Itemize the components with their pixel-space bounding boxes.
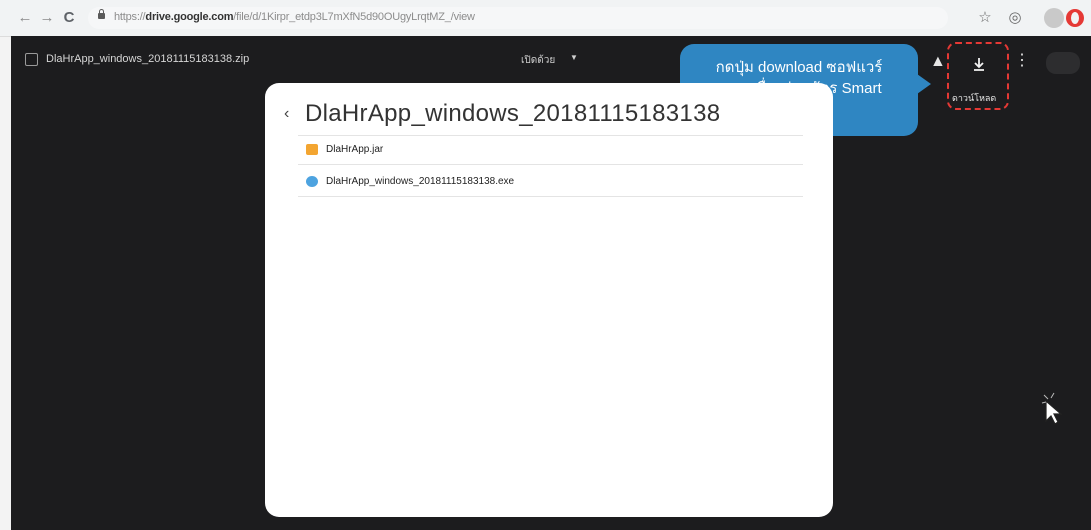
open-with-button[interactable]: เปิดด้วย: [521, 53, 555, 68]
list-item[interactable]: DlaHrApp.jar: [298, 136, 803, 165]
url-text[interactable]: https://drive.google.com/file/d/1Kirpr_e…: [114, 11, 475, 23]
profile-avatar[interactable]: [1044, 8, 1064, 28]
more-options-icon[interactable]: ⋮: [1014, 53, 1030, 69]
chevron-down-icon[interactable]: ▼: [570, 53, 578, 62]
back-arrow-icon[interactable]: ←: [16, 9, 34, 27]
file-name: DlaHrApp.jar: [326, 144, 384, 155]
zip-contents-panel: ‹ DlaHrApp_windows_20181115183138 DlaHrA…: [265, 83, 833, 517]
lock-icon: [98, 9, 105, 19]
add-to-drive-icon[interactable]: ▲: [930, 54, 946, 70]
bookmark-star-icon[interactable]: ☆: [975, 8, 995, 28]
url-host: drive.google.com: [145, 11, 234, 23]
reload-icon[interactable]: C: [60, 9, 78, 27]
viewer-file-name: DlaHrApp_windows_20181115183138.zip: [46, 53, 250, 65]
url-prefix: https://: [114, 11, 146, 23]
list-item[interactable]: DlaHrApp_windows_20181115183138.exe: [298, 168, 803, 197]
browser-toolbar: ← → C https://drive.google.com/file/d/1K…: [0, 0, 1091, 37]
jar-file-icon: [306, 144, 318, 155]
back-chevron-icon[interactable]: ‹: [284, 106, 289, 122]
opera-icon[interactable]: [1066, 9, 1084, 27]
exe-file-icon: [306, 176, 318, 187]
forward-arrow-icon[interactable]: →: [38, 9, 56, 27]
extension-icon[interactable]: ◎: [1005, 8, 1025, 28]
zip-file-icon: [25, 53, 38, 66]
callout-line-1: กดปุ่ม download ซอฟแวร์: [715, 59, 883, 76]
panel-title: DlaHrApp_windows_20181115183138: [305, 100, 721, 127]
account-avatar[interactable]: [1046, 52, 1080, 74]
file-name: DlaHrApp_windows_20181115183138.exe: [326, 176, 515, 187]
download-highlight-box: [947, 42, 1009, 110]
url-path: /file/d/1Kirpr_etdp3L7mXfN5d90OUgyLrqtMZ…: [233, 11, 475, 23]
mouse-cursor-icon: [1041, 392, 1063, 425]
